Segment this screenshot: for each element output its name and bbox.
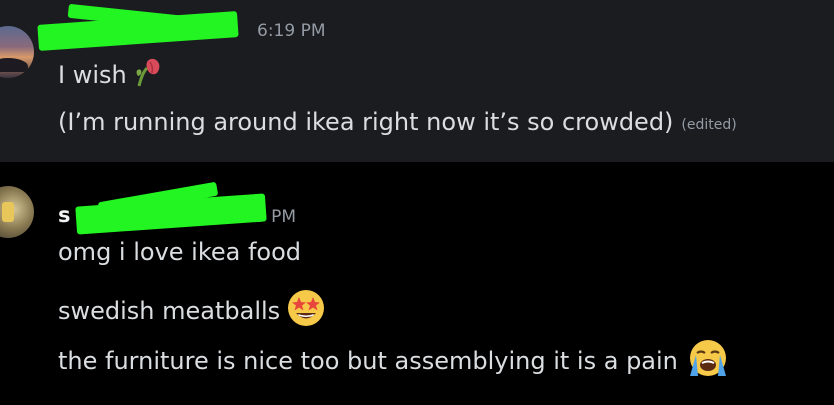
message-line: I wish (58, 56, 163, 94)
edited-label: (edited) (681, 117, 737, 133)
chat-view: 6:19 PM I wish (I’m running around ikea … (0, 0, 834, 405)
timestamp: 6:19 PM (257, 21, 326, 41)
message-line: omg i love ikea food (58, 238, 301, 266)
wilted-flower-icon[interactable] (133, 56, 163, 94)
message-header: sd 6:19 PM (58, 181, 296, 235)
message-text: swedish meatballs (58, 297, 281, 325)
message-text: (I’m running around ikea right now it’s … (58, 108, 674, 136)
username-redacted[interactable]: sd (58, 181, 267, 235)
message-text: the furniture is nice too but assemblyin… (58, 347, 678, 375)
username-redacted[interactable] (37, 3, 243, 51)
message-text: I wish (58, 61, 127, 89)
loudly-crying-icon[interactable] (684, 338, 732, 384)
star-struck-icon[interactable] (286, 288, 326, 334)
message-header: 6:19 PM (37, 3, 326, 51)
message-line: the furniture is nice too but assemblyin… (58, 338, 732, 384)
message-line: (I’m running around ikea right now it’s … (58, 108, 737, 136)
message-line: swedish meatballs (58, 288, 326, 334)
message-group-1[interactable]: 6:19 PM I wish (I’m running around ikea … (0, 0, 834, 162)
message-text: omg i love ikea food (58, 238, 302, 266)
avatar[interactable] (0, 26, 34, 78)
